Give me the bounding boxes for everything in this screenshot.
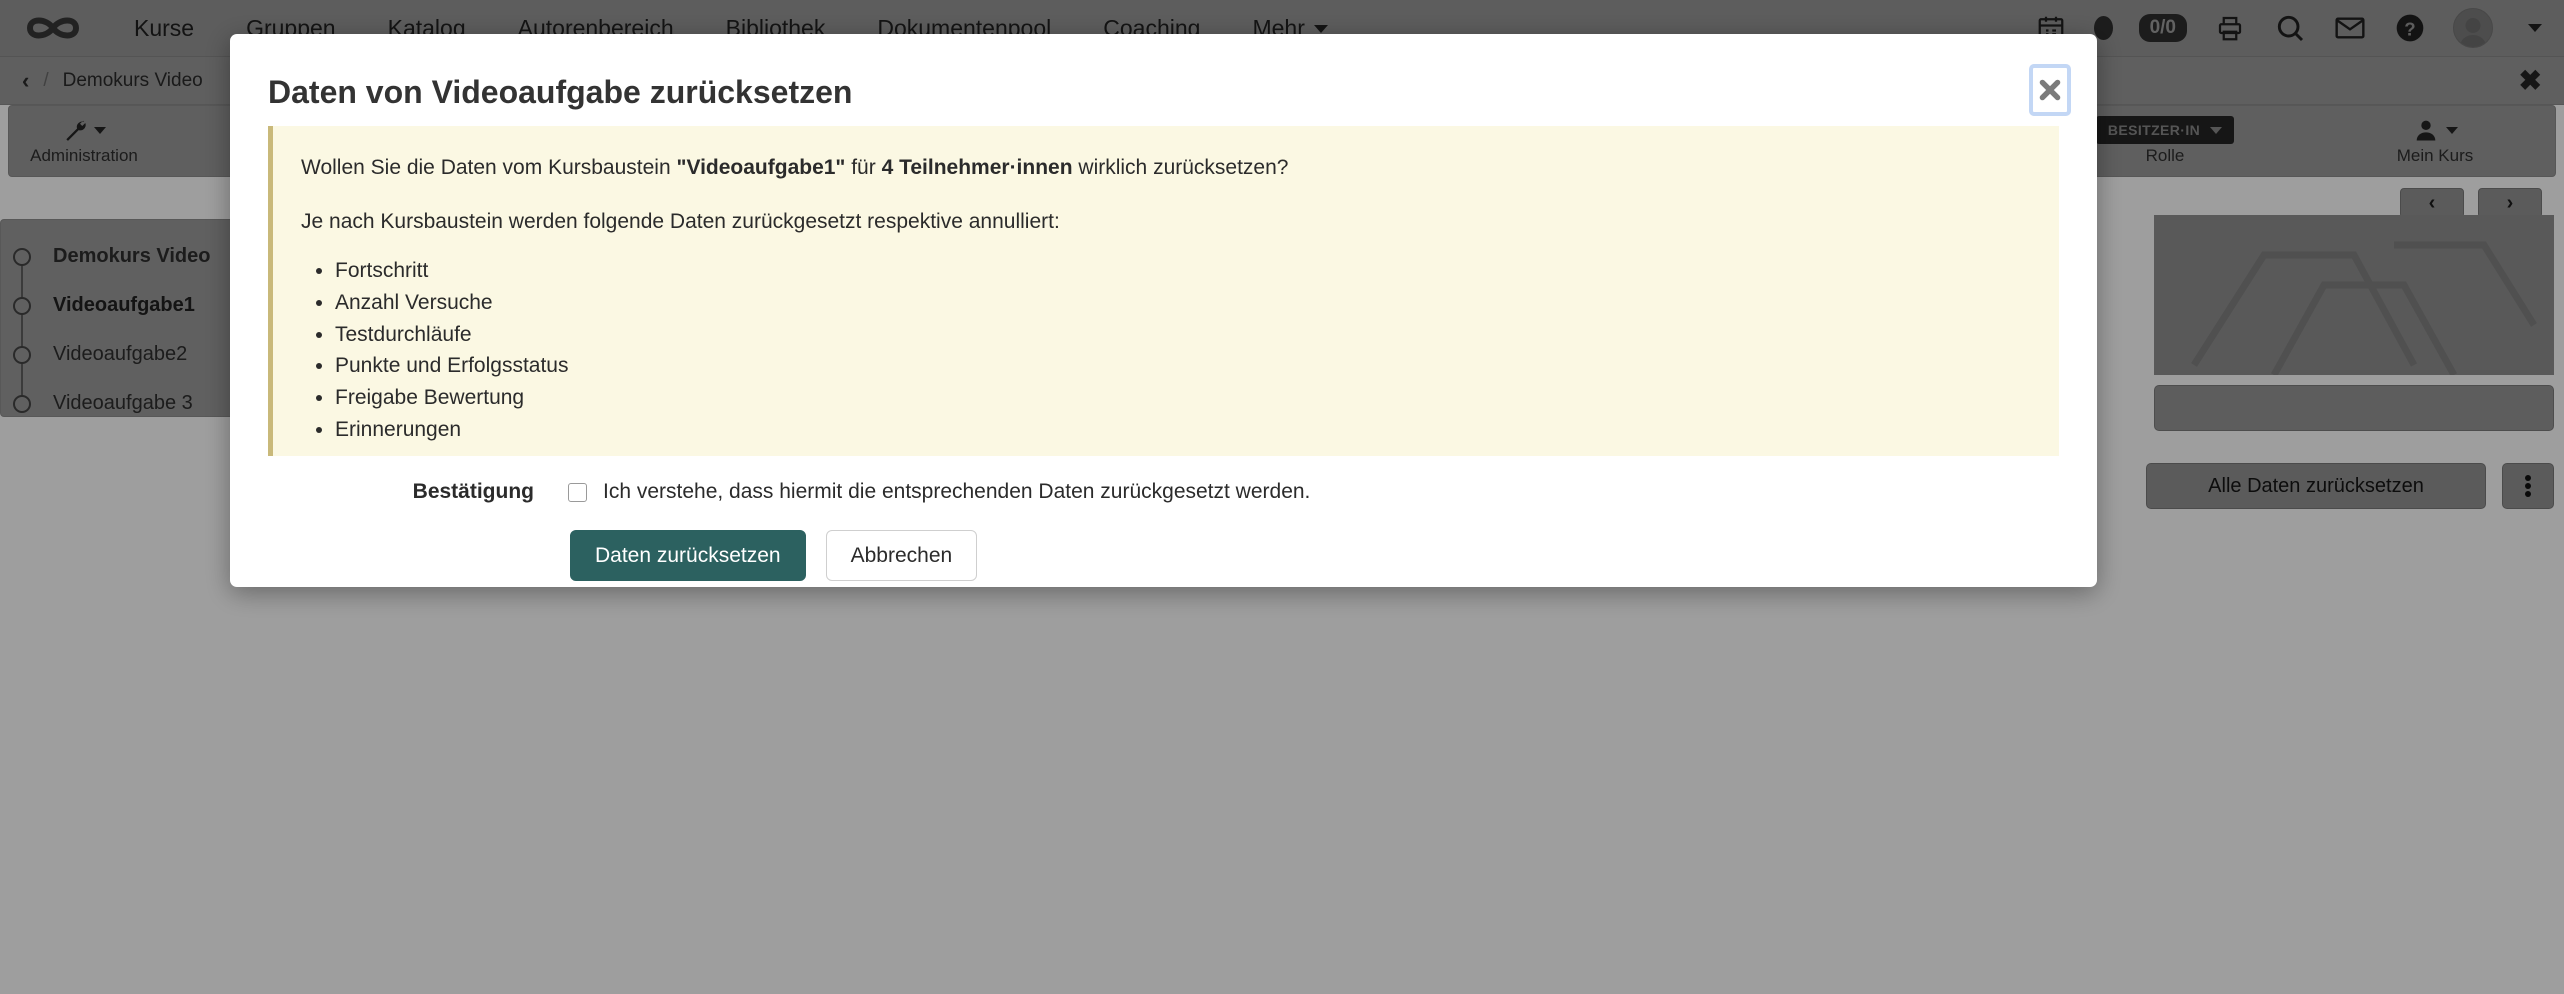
alert-participant-count: 4 Teilnehmer·innen: [882, 156, 1073, 179]
reset-data-dialog: Daten von Videoaufgabe zurücksetzen Woll…: [230, 34, 2097, 587]
list-item: Punkte und Erfolgsstatus: [335, 354, 2029, 379]
confirmation-checkbox[interactable]: [568, 483, 587, 502]
reset-data-button[interactable]: Daten zurücksetzen: [570, 530, 806, 581]
dialog-header: Daten von Videoaufgabe zurücksetzen: [230, 34, 2097, 126]
close-icon[interactable]: [2029, 64, 2071, 116]
alert-course-element-name: "Videoaufgabe1": [676, 156, 845, 179]
reset-items-list: Fortschritt Anzahl Versuche Testdurchläu…: [335, 259, 2029, 443]
page-title: Daten von Videoaufgabe zurücksetzen: [268, 74, 852, 111]
application-root: Kurse Gruppen Katalog Autorenbereich Bib…: [0, 0, 2564, 994]
warning-alert: Wollen Sie die Daten vom Kursbaustein "V…: [268, 126, 2059, 456]
cancel-button[interactable]: Abbrechen: [826, 530, 978, 581]
confirmation-text: Ich verstehe, dass hiermit die entsprech…: [603, 480, 1310, 504]
alert-intro-suffix: wirklich zurücksetzen?: [1073, 156, 1289, 179]
alert-intro-mid: für: [845, 156, 881, 179]
list-item: Fortschritt: [335, 259, 2029, 284]
confirmation-label: Bestätigung: [278, 480, 568, 504]
alert-intro-paragraph: Wollen Sie die Daten vom Kursbaustein "V…: [301, 152, 2029, 184]
dialog-body: Wollen Sie die Daten vom Kursbaustein "V…: [230, 126, 2097, 587]
list-item: Freigabe Bewertung: [335, 386, 2029, 411]
list-item: Testdurchläufe: [335, 323, 2029, 348]
alert-second-paragraph: Je nach Kursbaustein werden folgende Dat…: [301, 206, 2029, 238]
list-item: Erinnerungen: [335, 418, 2029, 443]
confirmation-row: Bestätigung Ich verstehe, dass hiermit d…: [268, 480, 2059, 504]
list-item: Anzahl Versuche: [335, 291, 2029, 316]
alert-intro-prefix: Wollen Sie die Daten vom Kursbaustein: [301, 156, 676, 179]
dialog-actions: Daten zurücksetzen Abbrechen: [268, 530, 2059, 581]
